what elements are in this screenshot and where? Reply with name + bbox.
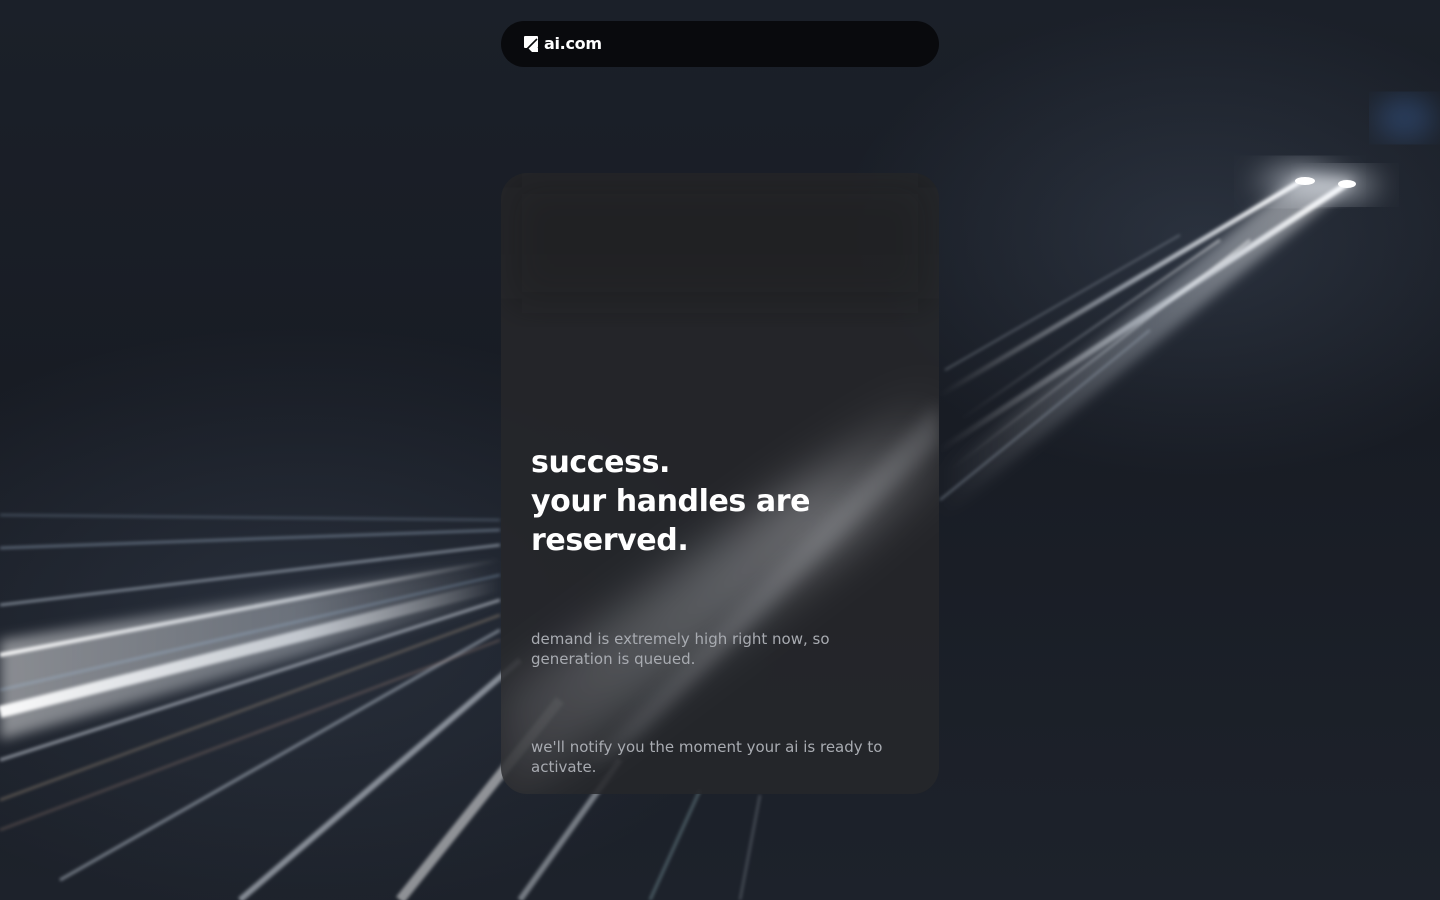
headline-line-3: reserved. bbox=[531, 523, 689, 558]
notification-message: we'll notify you the moment your ai is r… bbox=[531, 738, 883, 776]
headline-line-2: your handles are bbox=[531, 484, 811, 519]
queue-status-message: demand is extremely high right now, so g… bbox=[531, 630, 830, 668]
page-title: success. your handles are reserved. bbox=[531, 443, 911, 560]
home-logo-link[interactable]: ai.com bbox=[524, 34, 602, 54]
confirmation-card: success. your handles are reserved. dema… bbox=[501, 173, 939, 794]
top-navbar: ai.com bbox=[501, 21, 939, 67]
headline-line-1: success. bbox=[531, 445, 671, 480]
brand-name: ai.com bbox=[544, 34, 602, 53]
ai-logo-mark-icon bbox=[524, 36, 538, 52]
